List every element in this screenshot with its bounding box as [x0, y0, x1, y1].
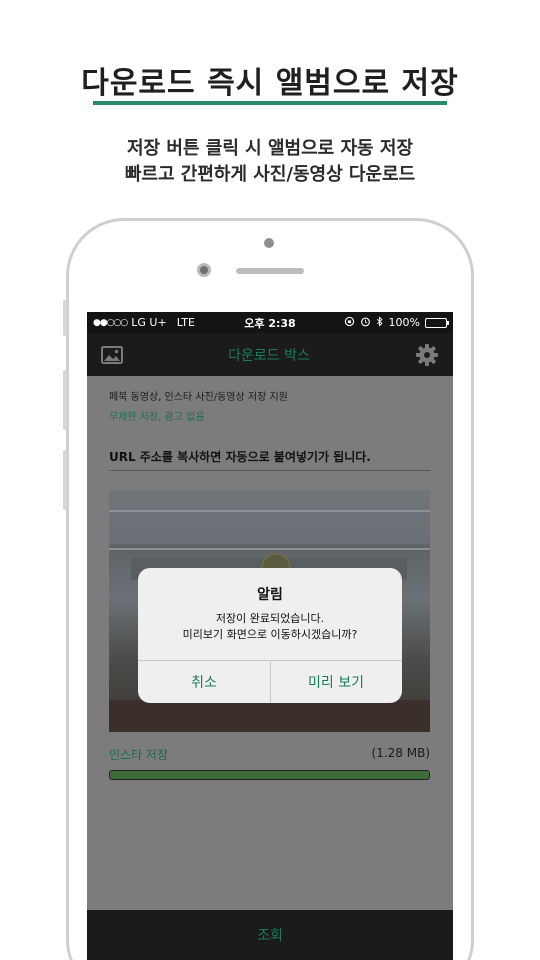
- battery-icon: [425, 317, 449, 328]
- download-progress-bar: [109, 770, 430, 780]
- gear-icon[interactable]: [415, 343, 439, 367]
- save-source-label: 인스타 저장: [109, 748, 169, 762]
- phone-speaker: [236, 268, 304, 274]
- photo-frame-line: [109, 548, 430, 550]
- phone-volume-up: [63, 370, 67, 430]
- dialog-title: 알림: [257, 587, 283, 603]
- phone-sensor: [264, 238, 274, 248]
- photo-floor: [109, 700, 430, 732]
- promo-subtext-line1: 저장 버튼 클릭 시 앨범으로 자동 저장: [127, 138, 413, 159]
- headline-underline: [93, 101, 447, 105]
- promo-headline: 다운로드 즉시 앨범으로 저장: [81, 66, 459, 101]
- photo-frame-line: [109, 510, 430, 512]
- cancel-button[interactable]: 취소: [138, 660, 270, 703]
- status-time: 오후 2:38: [244, 316, 296, 330]
- search-button[interactable]: 조회: [87, 910, 453, 960]
- url-input-underline[interactable]: [109, 470, 430, 471]
- phone-camera: [197, 263, 211, 277]
- supported-content-info: 페북 동영상, 인스타 사진/동영상 저장 지원: [109, 392, 288, 403]
- phone-volume-down: [63, 450, 67, 510]
- gallery-icon[interactable]: [101, 345, 123, 364]
- url-hint: URL 주소를 복사하면 자동으로 붙여넣기가 됩니다.: [109, 450, 371, 464]
- promo-subtext-line2: 빠르고 간편하게 사진/동영상 다운로드: [124, 164, 416, 185]
- alert-dialog: 알림 저장이 완료되었습니다. 미리보기 화면으로 이동하시겠습니까? 취소 미…: [138, 568, 402, 703]
- file-size: (1.28 MB): [371, 746, 430, 760]
- preview-button[interactable]: 미리 보기: [270, 660, 402, 703]
- app-screen: ●●○○○ LG U+ LTE 오후 2:38 100% 다운로드 박스 페북 …: [87, 312, 453, 960]
- dialog-message-line2: 미리보기 화면으로 이동하시겠습니까?: [182, 628, 358, 641]
- download-progress-fill: [110, 771, 429, 779]
- status-bar: ●●○○○ LG U+ LTE 오후 2:38 100%: [87, 312, 453, 333]
- app-title: 다운로드 박스: [228, 347, 310, 364]
- phone-mute-switch: [63, 300, 67, 336]
- feature-info: 무제한 저장, 광고 없음: [109, 412, 205, 423]
- search-button-label: 조회: [257, 928, 283, 944]
- app-header: 다운로드 박스: [87, 333, 453, 376]
- dialog-message-line1: 저장이 완료되었습니다.: [215, 612, 325, 625]
